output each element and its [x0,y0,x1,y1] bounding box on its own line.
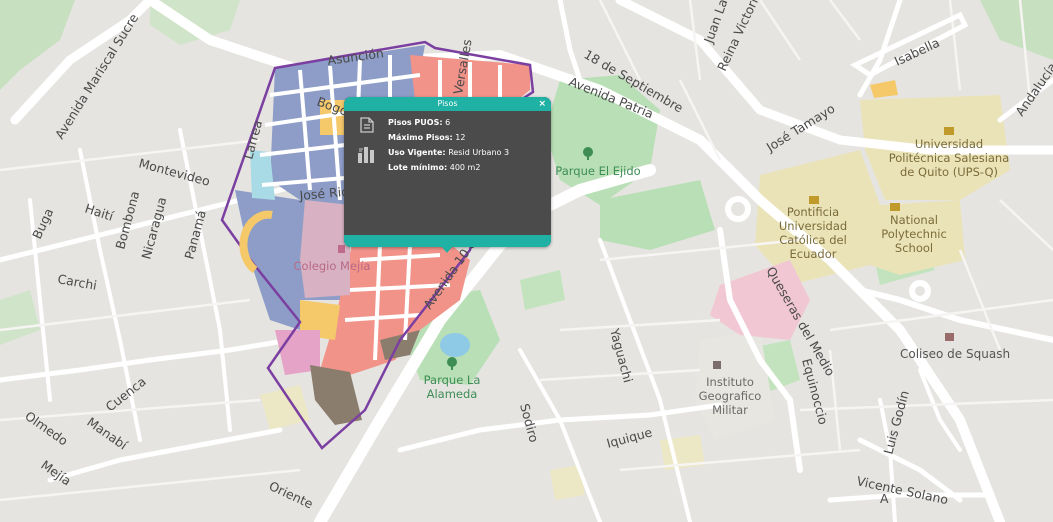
label-instituto-3: Militar [712,403,748,417]
label-parque-la-alameda-1: Parque La [424,373,481,387]
map-canvas[interactable]: Avenida Mariscal Sucre Asunción Bogotá J… [0,0,1053,522]
row-label: Lote mínimo: [388,163,448,172]
row-label: Pisos PUOS: [388,118,443,127]
street-bombona: Bombona [112,189,142,250]
label-colegio-mejia: Colegio Mejía [294,259,371,273]
school-icon [890,203,900,211]
popup-pointer [441,246,453,253]
pond [440,333,470,357]
stadium-icon [945,333,954,341]
street-carchi: Carchi [56,271,98,293]
label-parque-la-alameda-2: Alameda [427,387,478,401]
popup-title: Pisos [437,99,458,108]
street-oriente: Oriente [267,478,316,511]
info-popup: Pisos × Pisos PUOS: 6 Máximo Pisos: 12 U… [344,97,551,247]
street-haiti: Haití [83,201,116,224]
street-letter-a: A [880,491,889,506]
row-value: Resid Urbano 3 [448,148,510,157]
close-icon[interactable]: × [538,97,546,111]
street-isabella: Isabella [892,35,942,69]
museum-icon [713,361,721,369]
popup-row: Pisos PUOS: 6 [388,115,509,130]
label-pontificia-4: Ecuador [790,247,837,261]
street-andalucia: Andalucía [1012,60,1053,119]
label-ups-3: de Quito (UPS-Q) [900,165,998,179]
row-label: Uso Vigente: [388,148,446,157]
street-mejia: Mejía [38,457,74,488]
label-ups-2: Politécnica Salesiana [889,151,1010,165]
popup-header: Pisos × [344,97,551,111]
street-manabi: Manabí [84,414,130,453]
building-bars-icon [358,147,374,163]
label-ups-1: Universidad [915,137,983,151]
popup-row: Máximo Pisos: 12 [388,130,509,145]
row-value: 6 [445,118,451,127]
popup-row: Lote mínimo: 400 m2 [388,160,509,175]
school-icon [809,196,819,204]
label-instituto-2: Geografico [699,389,762,403]
school-icon [944,127,954,135]
popup-row: Uso Vigente: Resid Urbano 3 [388,145,509,160]
label-parque-el-ejido: Parque El Ejido [555,164,640,178]
popup-rows: Pisos PUOS: 6 Máximo Pisos: 12 Uso Vigen… [388,115,509,175]
label-pontificia-1: Pontificia [787,205,839,219]
document-icon [360,117,374,133]
street-montevideo: Montevideo [137,155,211,188]
street-nicaragua: Nicaragua [138,195,169,260]
label-instituto-1: Instituto [706,375,754,389]
row-value: 400 m2 [449,163,481,172]
street-vicente-solano: Vicente Solano [855,473,949,507]
label-pontificia-3: Católica del [779,233,847,247]
label-national-2: Polytechnic [881,227,947,241]
label-national-3: School [895,241,933,255]
row-label: Máximo Pisos: [388,133,453,142]
row-value: 12 [455,133,466,142]
label-coliseo: Coliseo de Squash [900,347,1010,361]
popup-icons [357,117,379,163]
street-jose-tamayo: José Tamayo [763,101,838,155]
street-iquique: Iquique [605,424,654,451]
label-national-1: National [890,213,938,227]
street-avenida-mariscal-sucre: Avenida Mariscal Sucre [52,11,142,142]
isabella-loop [849,11,969,78]
label-pontificia-2: Universidad [779,219,847,233]
